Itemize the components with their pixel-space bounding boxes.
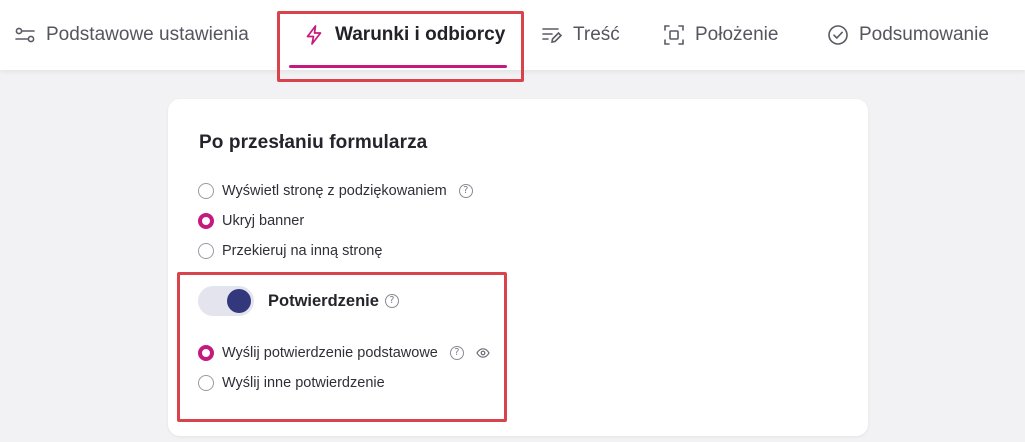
confirmation-label: Potwierdzenie xyxy=(268,291,379,310)
help-icon[interactable]: ? xyxy=(458,184,473,198)
after-submit-card: Po przesłaniu formularza Wyświetl stronę… xyxy=(168,99,868,436)
radio-option-basic-confirmation[interactable]: Wyślij potwierdzenie podstawowe ? xyxy=(198,343,490,363)
tab-polozenie[interactable]: Położenie xyxy=(663,0,778,70)
help-icon[interactable]: ? xyxy=(449,346,464,360)
sliders-icon xyxy=(14,24,36,46)
tab-label: Położenie xyxy=(695,24,779,45)
tab-label: Treść xyxy=(573,24,620,45)
radio-label: Wyślij inne potwierdzenie xyxy=(222,375,385,391)
radio-option-redirect[interactable]: Przekieruj na inną stronę xyxy=(198,241,382,261)
step-tabs: Podstawowe ustawienia Warunki i odbiorcy… xyxy=(0,0,1025,70)
eye-icon[interactable] xyxy=(476,346,490,360)
help-icon[interactable]: ? xyxy=(384,294,399,308)
toggle-knob xyxy=(227,289,251,313)
radio-button-selected[interactable] xyxy=(198,345,214,361)
confirmation-toggle[interactable] xyxy=(198,286,254,316)
tab-label: Podstawowe ustawienia xyxy=(46,24,249,45)
radio-label: Przekieruj na inną stronę xyxy=(222,243,383,259)
text-edit-icon xyxy=(541,24,563,46)
radio-option-hide-banner[interactable]: Ukryj banner xyxy=(198,211,304,231)
active-tab-indicator xyxy=(289,65,507,68)
frame-position-icon xyxy=(663,24,685,46)
tab-label: Warunki i odbiorcy xyxy=(335,24,506,45)
radio-label: Wyślij potwierdzenie podstawowe xyxy=(222,345,438,361)
tab-tresc[interactable]: Treść xyxy=(541,0,620,70)
confirmation-toggle-row: Potwierdzenie ? xyxy=(198,286,399,316)
radio-label: Wyświetl stronę z podziękowaniem xyxy=(222,183,447,199)
radio-option-other-confirmation[interactable]: Wyślij inne potwierdzenie xyxy=(198,373,385,393)
radio-button[interactable] xyxy=(198,243,214,259)
lightning-icon xyxy=(303,24,325,46)
card-title: Po przesłaniu formularza xyxy=(199,132,428,153)
radio-button[interactable] xyxy=(198,375,214,391)
radio-button[interactable] xyxy=(198,183,214,199)
radio-label: Ukryj banner xyxy=(222,213,305,229)
check-circle-icon xyxy=(827,24,849,46)
tab-podstawowe-ustawienia[interactable]: Podstawowe ustawienia xyxy=(14,0,249,70)
tab-label: Podsumowanie xyxy=(859,24,989,45)
tab-warunki-i-odbiorcy[interactable]: Warunki i odbiorcy xyxy=(303,0,505,70)
tab-podsumowanie[interactable]: Podsumowanie xyxy=(827,0,989,70)
radio-option-thank-you-page[interactable]: Wyświetl stronę z podziękowaniem ? xyxy=(198,181,473,201)
radio-button-selected[interactable] xyxy=(198,213,214,229)
